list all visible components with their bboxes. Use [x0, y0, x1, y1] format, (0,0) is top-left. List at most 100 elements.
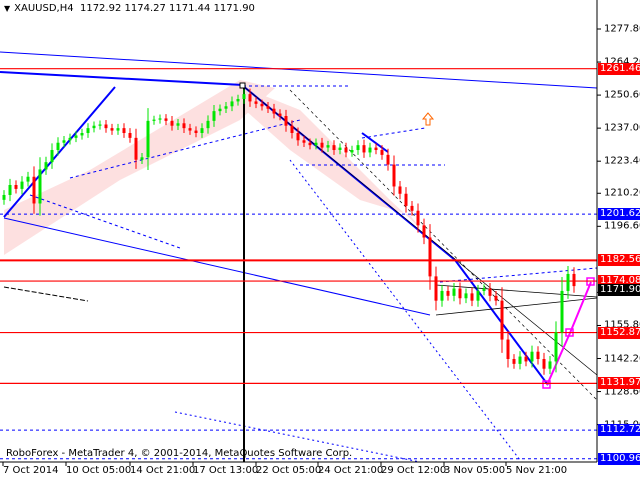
candle[interactable]	[86, 128, 90, 134]
candle[interactable]	[320, 142, 324, 148]
candle[interactable]	[338, 147, 342, 151]
candle[interactable]	[80, 133, 84, 136]
candle[interactable]	[62, 140, 66, 143]
candle[interactable]	[440, 290, 444, 301]
candle[interactable]	[50, 150, 54, 163]
candle[interactable]	[566, 273, 570, 291]
candle[interactable]	[248, 94, 252, 102]
candle[interactable]	[170, 120, 174, 126]
candle[interactable]	[362, 145, 366, 153]
candle[interactable]	[140, 157, 144, 160]
candle[interactable]	[434, 276, 438, 301]
candle[interactable]	[368, 147, 372, 153]
candle[interactable]	[224, 106, 228, 109]
candle[interactable]	[116, 128, 120, 131]
candle[interactable]	[230, 101, 234, 107]
trendline[interactable]	[3, 217, 431, 316]
candle[interactable]	[242, 94, 246, 99]
candle[interactable]	[176, 123, 180, 126]
trendline[interactable]	[0, 71, 244, 86]
candle[interactable]	[2, 194, 6, 200]
candle[interactable]	[182, 123, 186, 129]
candle[interactable]	[548, 361, 552, 369]
price-chart[interactable]	[0, 0, 640, 480]
candle[interactable]	[98, 124, 102, 126]
candle[interactable]	[392, 164, 396, 187]
candle[interactable]	[32, 176, 36, 204]
candle[interactable]	[398, 186, 402, 194]
candle[interactable]	[308, 142, 312, 146]
candle[interactable]	[110, 128, 114, 131]
candle[interactable]	[404, 193, 408, 206]
candle[interactable]	[416, 210, 420, 226]
candle[interactable]	[68, 137, 72, 141]
candle[interactable]	[332, 145, 336, 151]
candle[interactable]	[446, 290, 450, 296]
candle[interactable]	[374, 147, 378, 151]
candle[interactable]	[572, 273, 576, 287]
candle[interactable]	[134, 137, 138, 160]
candle[interactable]	[104, 124, 108, 129]
candle[interactable]	[488, 288, 492, 296]
candle[interactable]	[494, 295, 498, 301]
candle[interactable]	[122, 128, 126, 134]
candle[interactable]	[278, 113, 282, 116]
candle[interactable]	[20, 181, 24, 189]
candle[interactable]	[524, 356, 528, 362]
candle[interactable]	[476, 290, 480, 301]
candle[interactable]	[530, 351, 534, 362]
candle[interactable]	[296, 133, 300, 141]
candle[interactable]	[284, 115, 288, 126]
candle[interactable]	[422, 225, 426, 238]
candle[interactable]	[506, 339, 510, 359]
candle[interactable]	[302, 140, 306, 143]
candle[interactable]	[410, 205, 414, 211]
candle[interactable]	[164, 118, 168, 121]
candle[interactable]	[458, 288, 462, 299]
candle[interactable]	[206, 120, 210, 129]
candle[interactable]	[356, 145, 360, 151]
candle[interactable]	[452, 288, 456, 296]
candle[interactable]	[8, 185, 12, 195]
collapse-triangle-icon[interactable]: ▼	[4, 4, 10, 13]
candle[interactable]	[314, 142, 318, 146]
candle[interactable]	[272, 108, 276, 114]
candle[interactable]	[350, 150, 354, 153]
candle[interactable]	[326, 145, 330, 148]
trendline[interactable]	[0, 51, 598, 89]
candle[interactable]	[380, 150, 384, 155]
candle[interactable]	[128, 133, 132, 138]
candle[interactable]	[344, 147, 348, 153]
candle[interactable]	[470, 293, 474, 301]
candle[interactable]	[152, 119, 156, 121]
candle[interactable]	[26, 176, 30, 182]
candle[interactable]	[542, 358, 546, 369]
fib-line[interactable]	[242, 85, 598, 376]
candle[interactable]	[236, 98, 240, 102]
candle[interactable]	[200, 128, 204, 134]
candle[interactable]	[194, 130, 198, 134]
candle[interactable]	[92, 125, 96, 129]
dashed-line[interactable]	[361, 127, 426, 139]
candle[interactable]	[212, 111, 216, 121]
old-indicator-line[interactable]	[3, 286, 89, 302]
candle[interactable]	[38, 169, 42, 204]
candle[interactable]	[218, 108, 222, 112]
candle[interactable]	[188, 128, 192, 131]
candle[interactable]	[428, 237, 432, 277]
forecast-path[interactable]	[546, 281, 592, 386]
candle[interactable]	[482, 288, 486, 291]
candle[interactable]	[386, 154, 390, 165]
candle[interactable]	[290, 125, 294, 134]
candle[interactable]	[500, 300, 504, 340]
fib-line[interactable]	[289, 89, 598, 401]
candle[interactable]	[512, 358, 516, 364]
candle[interactable]	[74, 135, 78, 138]
candle[interactable]	[464, 293, 468, 299]
candle[interactable]	[14, 185, 18, 189]
candle[interactable]	[260, 103, 264, 107]
candle[interactable]	[536, 351, 540, 359]
candle[interactable]	[254, 101, 258, 104]
candle[interactable]	[44, 162, 48, 170]
candle[interactable]	[560, 290, 564, 333]
